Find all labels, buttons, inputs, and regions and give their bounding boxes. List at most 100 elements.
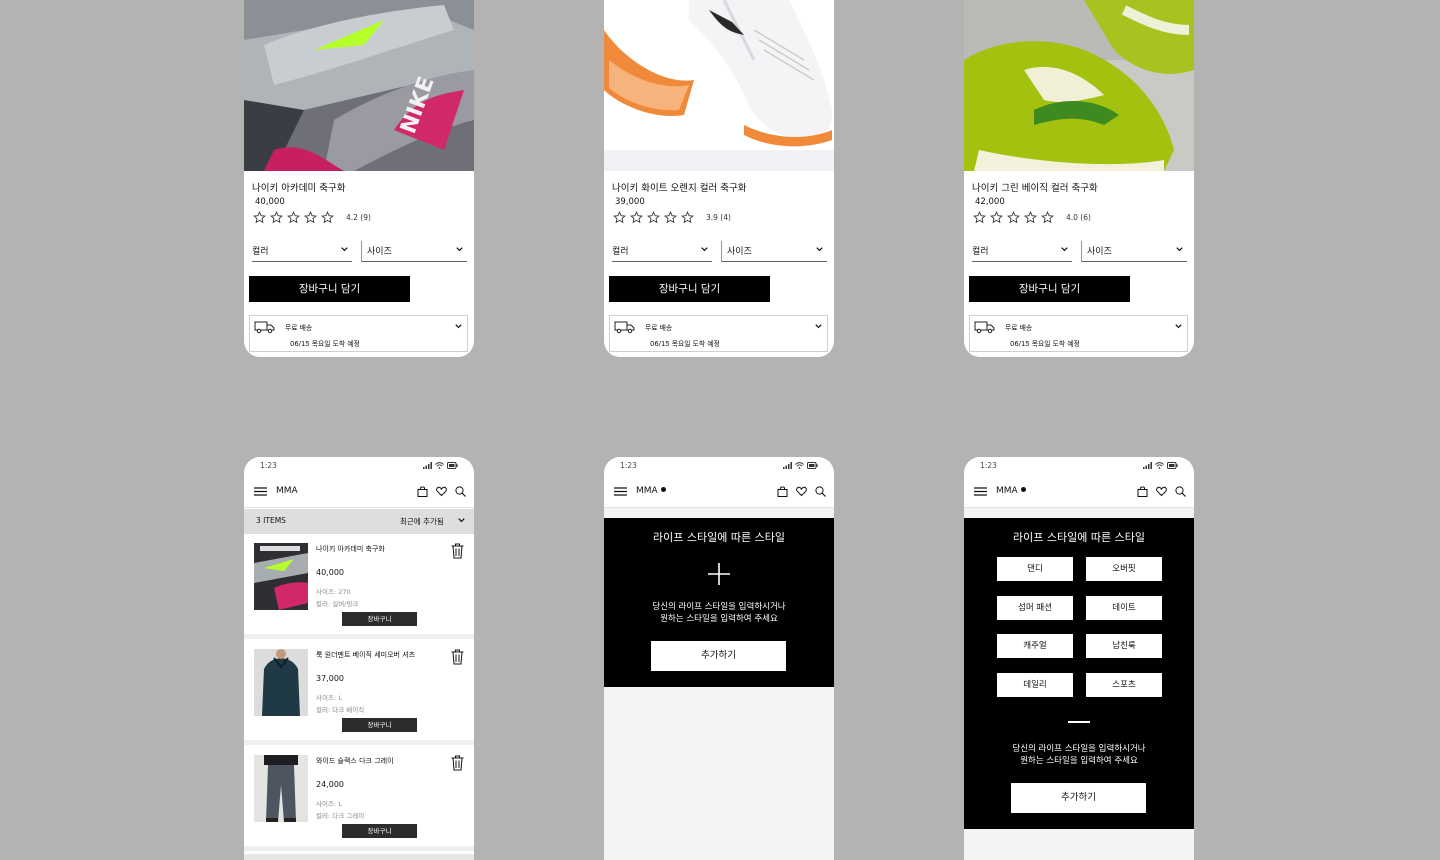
- plus-icon[interactable]: [708, 563, 730, 585]
- battery-icon: [807, 462, 818, 469]
- cart-item-button[interactable]: 장바구니: [342, 824, 417, 838]
- shopping-bag-icon[interactable]: [1137, 486, 1148, 497]
- product-image[interactable]: [964, 0, 1194, 171]
- star-icon[interactable]: [287, 211, 300, 224]
- style-chip[interactable]: 댄디: [997, 557, 1073, 581]
- star-icon[interactable]: [304, 211, 317, 224]
- product-image[interactable]: NIKE: [244, 0, 474, 171]
- star-icon[interactable]: [630, 211, 643, 224]
- minus-icon[interactable]: [1068, 721, 1090, 723]
- brand-logo[interactable]: MMA: [996, 486, 1026, 496]
- star-icon[interactable]: [270, 211, 283, 224]
- star-icon[interactable]: [321, 211, 334, 224]
- cart-item-button[interactable]: 장바구니: [342, 612, 417, 626]
- heart-icon[interactable]: [796, 486, 807, 497]
- add-to-cart-button[interactable]: 장바구니 담기: [609, 276, 770, 302]
- style-chip[interactable]: 캐주얼: [997, 634, 1073, 658]
- notification-dot: [660, 487, 666, 492]
- item-size: 사이즈: L: [316, 694, 342, 702]
- cart-screen: 1:23 MMA 3 ITEMS 최근에 추가됨 나이키 아카데미 축구화 40…: [244, 457, 474, 860]
- rating-stars[interactable]: [253, 211, 334, 224]
- item-thumbnail[interactable]: [254, 649, 308, 716]
- shipping-info[interactable]: 무료 배송 06/15 목요일 도착 예정: [969, 315, 1188, 352]
- add-style-button[interactable]: 추가하기: [1011, 783, 1146, 813]
- battery-icon: [1167, 462, 1178, 469]
- menu-icon[interactable]: [614, 487, 627, 496]
- style-chip[interactable]: 데일리: [997, 673, 1073, 697]
- shipping-label: 무료 배송: [1005, 324, 1033, 332]
- menu-icon[interactable]: [974, 487, 987, 496]
- shipping-info[interactable]: 무료 배송 06/15 목요일 도착 예정: [609, 315, 828, 352]
- star-icon[interactable]: [973, 211, 986, 224]
- wifi-icon: [435, 462, 444, 469]
- shipping-label: 무료 배송: [645, 324, 673, 332]
- truck-icon: [614, 321, 635, 334]
- item-color: 컬러: 실버/핑크: [316, 600, 359, 608]
- truck-icon: [254, 321, 275, 334]
- item-color: 컬러: 다크 그레이: [316, 812, 365, 820]
- panel-description: 당신의 라이프 스타일을 입력하시거나 원하는 스타일을 입력하여 주세요: [964, 743, 1194, 767]
- size-select-label: 사이즈: [367, 247, 392, 257]
- chevron-down-icon: [815, 324, 822, 329]
- star-icon[interactable]: [681, 211, 694, 224]
- item-thumbnail[interactable]: [254, 755, 308, 822]
- star-icon[interactable]: [253, 211, 266, 224]
- star-icon[interactable]: [613, 211, 626, 224]
- star-icon[interactable]: [1024, 211, 1037, 224]
- sort-select[interactable]: 최근에 추가됨: [400, 516, 444, 527]
- shopping-bag-icon[interactable]: [417, 486, 428, 497]
- style-chip[interactable]: 오버핏: [1086, 557, 1162, 581]
- rating-stars[interactable]: [613, 211, 694, 224]
- size-select[interactable]: 사이즈: [721, 241, 827, 262]
- color-select-label: 컬러: [252, 247, 269, 257]
- brand-logo[interactable]: MMA: [276, 486, 298, 496]
- style-chip[interactable]: 데이트: [1086, 596, 1162, 620]
- search-icon[interactable]: [1175, 486, 1186, 497]
- style-chip[interactable]: 섬머 패션: [997, 596, 1073, 620]
- star-icon[interactable]: [990, 211, 1003, 224]
- star-icon[interactable]: [1007, 211, 1020, 224]
- search-icon[interactable]: [455, 486, 466, 497]
- color-select[interactable]: 컬러: [252, 241, 352, 262]
- chevron-down-icon: [341, 247, 348, 252]
- shopping-bag-icon[interactable]: [777, 486, 788, 497]
- panel-description: 당신의 라이프 스타일을 입력하시거나 원하는 스타일을 입력하여 주세요: [604, 601, 834, 625]
- style-chip[interactable]: 스포츠: [1086, 673, 1162, 697]
- cart-item: 룩 원더멘트 베이직 세미오버 셔츠 37,000 사이즈: L 컬러: 다크 …: [244, 641, 474, 745]
- status-time: 1:23: [620, 461, 637, 470]
- heart-icon[interactable]: [436, 486, 447, 497]
- chevron-down-icon: [455, 324, 462, 329]
- add-to-cart-button[interactable]: 장바구니 담기: [249, 276, 410, 302]
- size-select[interactable]: 사이즈: [1081, 241, 1187, 262]
- trash-icon[interactable]: [451, 649, 464, 665]
- app-bar: MMA: [244, 475, 474, 508]
- search-icon[interactable]: [815, 486, 826, 497]
- trash-icon[interactable]: [451, 755, 464, 771]
- color-select[interactable]: 컬러: [972, 241, 1072, 262]
- brand-logo[interactable]: MMA: [636, 486, 666, 496]
- color-select[interactable]: 컬러: [612, 241, 712, 262]
- arrival-date: 06/15 목요일 도착 예정: [290, 340, 360, 348]
- cart-item: 나이키 아카데미 축구화 40,000 사이즈: 270 컬러: 실버/핑크 장…: [244, 535, 474, 639]
- trash-icon[interactable]: [451, 543, 464, 559]
- add-style-button[interactable]: 추가하기: [651, 641, 786, 671]
- menu-icon[interactable]: [254, 487, 267, 496]
- size-select-label: 사이즈: [727, 247, 752, 257]
- chevron-down-icon: [1175, 324, 1182, 329]
- chevron-down-icon[interactable]: [457, 516, 466, 525]
- star-icon[interactable]: [647, 211, 660, 224]
- cart-header: 3 ITEMS 최근에 추가됨: [244, 509, 474, 534]
- shipping-info[interactable]: 무료 배송 06/15 목요일 도착 예정: [249, 315, 468, 352]
- signal-icon: [423, 462, 432, 469]
- rating-stars[interactable]: [973, 211, 1054, 224]
- heart-icon[interactable]: [1156, 486, 1167, 497]
- style-chip[interactable]: 남친룩: [1086, 634, 1162, 658]
- item-thumbnail[interactable]: [254, 543, 308, 610]
- add-to-cart-button[interactable]: 장바구니 담기: [969, 276, 1130, 302]
- star-icon[interactable]: [1041, 211, 1054, 224]
- star-icon[interactable]: [664, 211, 677, 224]
- size-select[interactable]: 사이즈: [361, 241, 467, 262]
- product-image[interactable]: [604, 0, 834, 171]
- item-name: 나이키 아카데미 축구화: [316, 545, 385, 553]
- cart-item-button[interactable]: 장바구니: [342, 718, 417, 732]
